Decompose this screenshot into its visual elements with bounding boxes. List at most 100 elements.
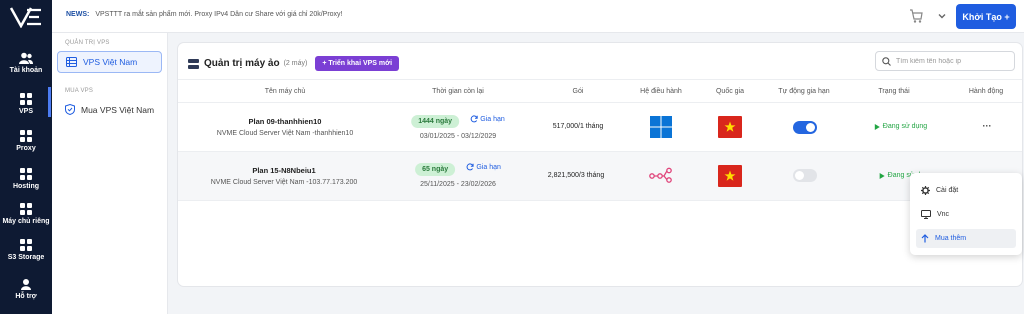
vm-management-card: Quản trị máy ảo (2 máy) + Triển khai VPS…: [178, 43, 1022, 286]
menu-item-label: Mua thêm: [935, 235, 967, 242]
server-description: NVME Cloud Server Việt Nam -thanhhien10: [216, 130, 354, 137]
chevron-down-icon[interactable]: [936, 10, 948, 22]
support-icon: [21, 279, 31, 290]
col-os: Hệ điều hành: [640, 88, 682, 95]
search-box[interactable]: [875, 51, 1015, 71]
server-stack-icon: [188, 58, 199, 69]
users-icon: [19, 52, 33, 64]
search-icon: [882, 56, 891, 66]
card-header: Quản trị máy ảo (2 máy) + Triển khai VPS…: [188, 56, 400, 71]
menu-item-settings[interactable]: Cài đặt: [916, 181, 1016, 200]
server-cell: Plan 09-thanhhien10 NVME Cloud Server Vi…: [217, 117, 353, 137]
windows-icon: [650, 116, 672, 138]
os-cell: [650, 116, 672, 140]
sidebar-item-label: VPS Việt Nam: [83, 57, 138, 67]
vietnam-flag-icon: [718, 116, 742, 138]
days-remaining-badge: 1444 ngày: [411, 115, 460, 128]
rail-label: Tài khoản: [9, 67, 43, 74]
rail-label: VPS: [18, 108, 33, 115]
rail-label: Máy chủ riêng: [2, 218, 50, 225]
n8n-icon: [649, 167, 672, 183]
server-name: Plan 09-thanhhien10: [248, 117, 322, 126]
col-actions: Hành động: [968, 88, 1004, 95]
col-country: Quốc gia: [715, 88, 745, 95]
page-title: Quản trị máy ảo: [204, 58, 280, 69]
section-heading-manage: QUẢN TRỊ VPS: [65, 40, 110, 46]
grid-icon: [20, 93, 32, 105]
refresh-icon: [470, 115, 478, 123]
col-auto-renew: Tự động gia hạn: [778, 88, 830, 95]
server-cell: Plan 15-N8Nbeiu1 NVME Cloud Server Việt …: [211, 166, 358, 186]
rail-label: Proxy: [16, 145, 36, 152]
col-time-left: Thời gian còn lại: [432, 88, 484, 95]
status-badge: Đang sử dụng: [874, 123, 928, 130]
date-range: 25/11/2025 - 23/02/2026: [420, 181, 496, 188]
table-header: Tên máy chủ Thời gian còn lại Gói Hệ điề…: [178, 79, 1022, 103]
sidebar-item-vps-vietnam[interactable]: VPS Việt Nam: [57, 51, 162, 73]
rail-item-vps[interactable]: VPS: [0, 87, 52, 117]
shield-icon: [65, 104, 75, 115]
secondary-sidebar: QUẢN TRỊ VPS VPS Việt Nam MUA VPS Mua VP…: [52, 33, 168, 314]
auto-renew-toggle[interactable]: [793, 121, 817, 134]
news-text: VPSTTT ra mắt sản phẩm mới. Proxy IPv4 D…: [95, 11, 343, 18]
menu-item-vnc[interactable]: Vnc: [916, 205, 1016, 224]
os-cell: [649, 167, 673, 185]
sidebar-item-buy-vps-vietnam[interactable]: Mua VPS Việt Nam: [65, 104, 154, 115]
grid-icon: [20, 130, 32, 142]
menu-item-label: Vnc: [937, 211, 950, 218]
vm-count: (2 máy): [283, 60, 308, 67]
time-left-cell: 65 ngày Gia hạn 25/11/2025 - 23/02/2026: [415, 163, 501, 188]
rail-item-s3-storage[interactable]: S3 Storage: [0, 239, 52, 261]
brand-logo[interactable]: [0, 0, 52, 34]
left-rail: Tài khoản VPS Proxy Hosting Máy chủ riên…: [0, 0, 52, 314]
rail-item-account[interactable]: Tài khoản: [0, 52, 52, 74]
time-left-cell: 1444 ngày Gia hạn 03/01/2025 - 03/12/202…: [411, 115, 505, 140]
package-price: 517,000/1 tháng: [552, 123, 604, 130]
rail-label: Hosting: [12, 183, 40, 190]
monitor-icon: [921, 210, 931, 219]
renew-label: Gia hạn: [480, 115, 505, 123]
status-text: Đang sử dụng: [882, 123, 928, 130]
menu-item-label: Cài đặt: [936, 187, 959, 194]
rail-item-proxy[interactable]: Proxy: [0, 130, 52, 152]
grid-icon: [20, 168, 32, 180]
rail-item-dedicated-server[interactable]: Máy chủ riêng: [0, 203, 52, 225]
section-heading-buy: MUA VPS: [65, 88, 94, 94]
top-bar: NEWS: VPSTTT ra mắt sản phẩm mới. Proxy I…: [52, 0, 1024, 33]
renew-link[interactable]: Gia hạn: [470, 115, 505, 123]
gear-icon: [921, 186, 930, 195]
toggle-knob: [795, 171, 804, 180]
rail-item-support[interactable]: Hỗ trợ: [0, 278, 52, 300]
rail-item-hosting[interactable]: Hosting: [0, 168, 52, 190]
search-input[interactable]: [896, 57, 1006, 65]
menu-item-buy-more[interactable]: Mua thêm: [916, 229, 1016, 248]
server-name: Plan 15-N8Nbeiu1: [252, 166, 316, 175]
toggle-switch[interactable]: [793, 121, 817, 134]
arrow-up-icon: [921, 234, 929, 243]
country-cell: [718, 116, 742, 138]
auto-renew-toggle[interactable]: [793, 169, 817, 182]
server-description: NVME Cloud Server Việt Nam -103.77.173.2…: [210, 179, 358, 186]
rail-label: S3 Storage: [7, 254, 45, 261]
create-button[interactable]: Khởi Tạo +: [956, 4, 1016, 29]
grid-icon: [20, 239, 32, 251]
row-actions-menu: Cài đặt Vnc Mua thêm: [910, 173, 1022, 255]
sidebar-item-label: Mua VPS Việt Nam: [81, 104, 155, 115]
package-price: 2,821,500/3 tháng: [547, 172, 605, 179]
days-remaining-badge: 65 ngày: [415, 163, 456, 176]
table-row[interactable]: Plan 15-N8Nbeiu1 NVME Cloud Server Việt …: [178, 152, 1022, 201]
deploy-vps-button[interactable]: + Triển khai VPS mới: [315, 56, 400, 71]
grid-icon: [20, 203, 32, 215]
cart-icon[interactable]: [908, 8, 924, 24]
renew-link[interactable]: Gia hạn: [466, 163, 501, 171]
news-ticker: NEWS: VPSTTT ra mắt sản phẩm mới. Proxy I…: [66, 11, 343, 18]
col-status: Trạng thái: [878, 88, 910, 95]
news-label: NEWS:: [66, 11, 90, 18]
vietnam-flag-icon: [718, 165, 742, 187]
table-row[interactable]: Plan 09-thanhhien10 NVME Cloud Server Vi…: [178, 103, 1022, 152]
col-server-name: Tên máy chủ: [264, 88, 306, 95]
toggle-knob: [806, 123, 815, 132]
logo-icon: [9, 7, 41, 28]
toggle-switch[interactable]: [793, 169, 817, 182]
more-actions-button[interactable]: ···: [983, 121, 992, 131]
